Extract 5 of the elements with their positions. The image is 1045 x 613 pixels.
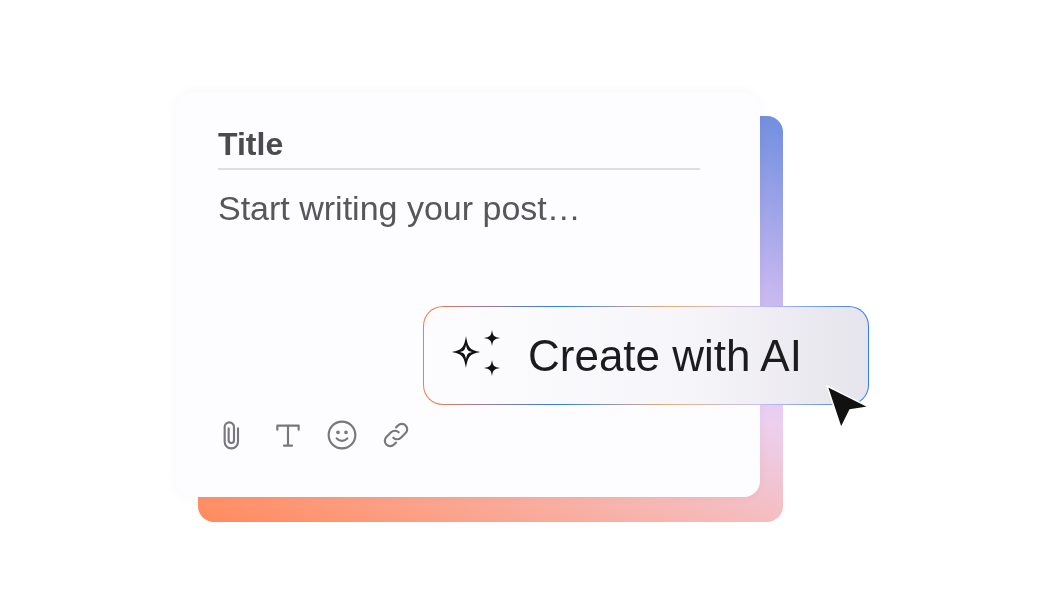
title-field[interactable]: Title [218, 126, 700, 170]
mouse-cursor-icon [826, 385, 870, 429]
create-with-ai-button[interactable]: Create with AI [423, 306, 869, 405]
post-body-field[interactable]: Start writing your post… [218, 184, 700, 232]
smiley-icon[interactable] [326, 419, 358, 451]
